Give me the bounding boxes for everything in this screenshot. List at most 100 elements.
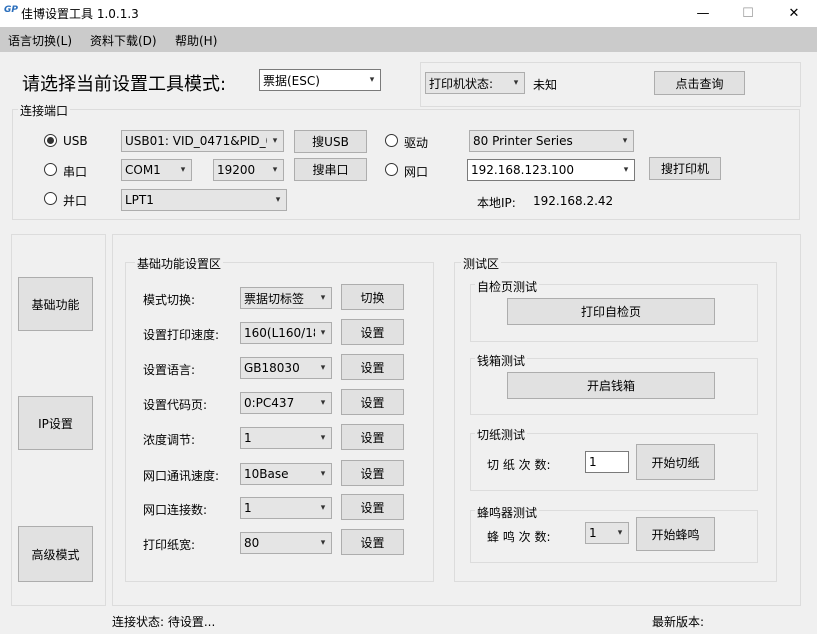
buzzer-group-label: 蜂鸣器测试 [475,504,540,521]
maximize-icon: ☐ [742,6,754,21]
baud-select[interactable]: 19200 ▾ [213,159,284,181]
cashbox-group-label: 钱箱测试 [475,352,528,369]
row-label: 设置语言: [143,363,196,377]
com-select-value: COM1 [125,163,161,177]
chevron-down-icon: ▾ [320,503,326,513]
tab-advanced-mode[interactable]: 高级模式 [18,526,93,582]
cut-count-input[interactable]: 1 [585,451,629,473]
network-connections-set-button[interactable]: 设置 [341,494,404,520]
codepage-set-button[interactable]: 设置 [341,389,404,415]
menu-help[interactable]: 帮助(H) [175,32,217,49]
start-cut-button[interactable]: 开始切纸 [636,444,715,480]
driver-label: 驱动 [404,136,429,150]
close-icon: ✕ [788,6,800,21]
ip-select[interactable]: 192.168.123.100 ▾ [467,159,635,181]
ip-select-value: 192.168.123.100 [471,163,575,177]
mode-select-value: 票据(ESC) [263,73,320,88]
open-cashbox-button[interactable]: 开启钱箱 [507,372,715,399]
lpt-select-value: LPT1 [125,193,154,207]
chevron-down-icon: ▾ [275,195,281,205]
tab-basic-function[interactable]: 基础功能 [18,277,93,331]
network-speed-select[interactable]: 10Base ▾ [240,463,332,485]
chevron-down-icon: ▾ [622,136,628,146]
lpt-select[interactable]: LPT1 ▾ [121,189,287,211]
select-value: 票据切标签 [244,291,305,306]
test-group-label: 测试区 [461,255,502,272]
chevron-down-icon: ▾ [369,75,375,85]
mode-switch-select[interactable]: 票据切标签 ▾ [240,287,332,309]
printer-status-value: 未知 [533,78,558,92]
driver-select[interactable]: 80 Printer Series ▾ [469,130,634,152]
usb-select[interactable]: USB01: VID_0471&PID_0 ▾ [121,130,284,152]
paper-width-select[interactable]: 80 ▾ [240,532,332,554]
tab-ip-settings[interactable]: IP设置 [18,396,93,450]
basic-settings-group-label: 基础功能设置区 [135,255,224,272]
row-label: 设置打印速度: [143,328,220,342]
paper-width-set-button[interactable]: 设置 [341,529,404,555]
search-usb-button[interactable]: 搜USB [294,130,367,153]
density-set-button[interactable]: 设置 [341,424,404,450]
mode-label: 请选择当前设置工具模式: [22,74,227,95]
select-value: GB18030 [244,361,300,375]
maximize-button[interactable]: ☐ [725,0,771,27]
network-speed-set-button[interactable]: 设置 [341,460,404,486]
serial-label: 串口 [63,165,88,179]
select-value: 1 [589,526,597,540]
minimize-button[interactable]: — [680,0,726,27]
search-serial-button[interactable]: 搜串口 [294,158,367,181]
connection-group-label: 连接端口 [18,102,71,119]
window-title: 佳博设置工具 1.0.1.3 [21,7,139,21]
parallel-radio[interactable] [44,192,57,205]
start-buzzer-button[interactable]: 开始蜂鸣 [636,517,715,551]
chevron-down-icon: ▾ [320,538,326,548]
chevron-down-icon: ▾ [320,363,326,373]
row-label: 设置代码页: [143,398,208,412]
row-label: 网口连接数: [143,503,208,517]
usb-select-value: USB01: VID_0471&PID_0 [125,134,267,148]
row-label: 网口通讯速度: [143,469,220,483]
menu-download[interactable]: 资料下载(D) [90,32,157,49]
select-value: 10Base [244,467,289,481]
app-icon: GP [4,5,18,15]
parallel-label: 并口 [63,194,88,208]
chevron-down-icon: ▾ [320,433,326,443]
select-value: 1 [244,431,252,445]
buzzer-count-select[interactable]: 1 ▾ [585,522,629,544]
row-label: 打印纸宽: [143,538,196,552]
cut-group-label: 切纸测试 [475,426,528,443]
mode-select[interactable]: 票据(ESC) ▾ [259,69,381,91]
select-value: 160(L160/18 [244,326,315,340]
chevron-down-icon: ▾ [180,165,186,175]
cut-count-label: 切 纸 次 数: [487,458,551,472]
chevron-down-icon: ▾ [623,165,629,175]
density-select[interactable]: 1 ▾ [240,427,332,449]
menu-language[interactable]: 语言切换(L) [8,32,72,49]
driver-radio[interactable] [385,134,398,147]
language-set-button[interactable]: 设置 [341,354,404,380]
print-speed-set-button[interactable]: 设置 [341,319,404,345]
printer-status-label: 打印机状态: [429,76,494,91]
chevron-down-icon: ▾ [617,528,623,538]
chevron-down-icon: ▾ [272,136,278,146]
chevron-down-icon: ▾ [320,398,326,408]
network-radio[interactable] [385,163,398,176]
print-speed-select[interactable]: 160(L160/18 ▾ [240,322,332,344]
print-selftest-button[interactable]: 打印自检页 [507,298,715,325]
select-value: 80 [244,536,260,550]
query-button[interactable]: 点击查询 [654,71,745,95]
language-select[interactable]: GB18030 ▾ [240,357,332,379]
search-printer-button[interactable]: 搜打印机 [649,157,721,180]
network-connections-select[interactable]: 1 ▾ [240,497,332,519]
minimize-icon: — [696,6,710,21]
printer-status-select[interactable]: 打印机状态: ▾ [425,72,525,94]
serial-radio[interactable] [44,163,57,176]
network-label: 网口 [404,165,429,179]
usb-radio[interactable] [44,134,57,147]
close-button[interactable]: ✕ [771,0,817,27]
com-select[interactable]: COM1 ▾ [121,159,192,181]
selftest-group-label: 自检页测试 [475,278,540,295]
mode-switch-button[interactable]: 切换 [341,284,404,310]
codepage-select[interactable]: 0:PC437 ▾ [240,392,332,414]
row-label: 模式切换: [143,293,196,307]
chevron-down-icon: ▾ [320,328,326,338]
